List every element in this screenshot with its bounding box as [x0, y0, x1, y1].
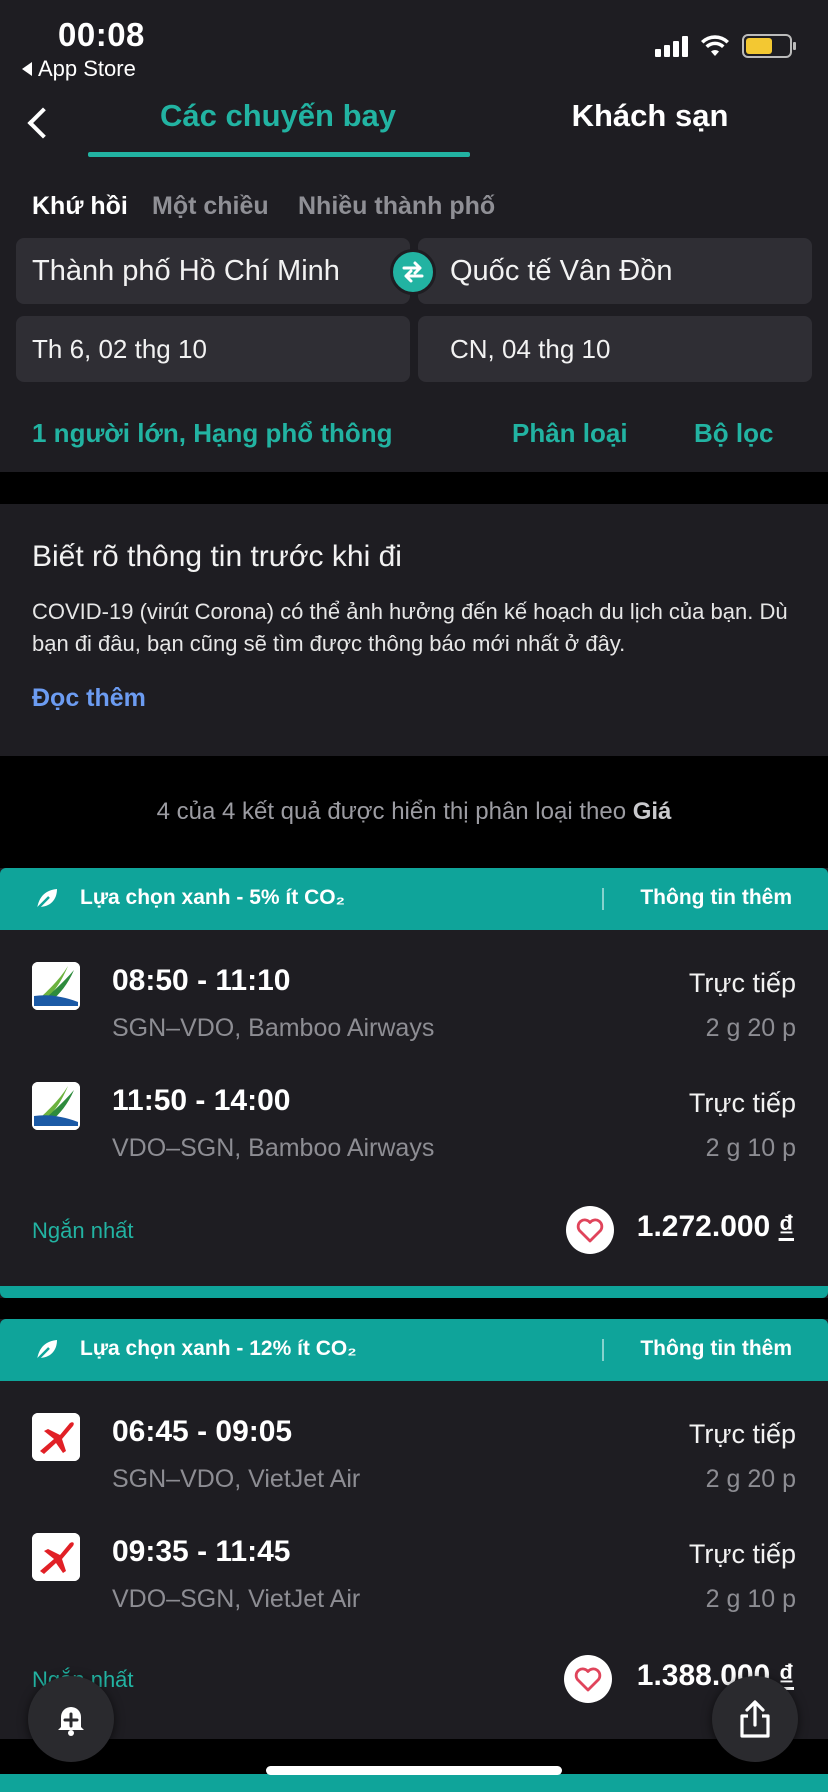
flight-result-card[interactable]: Lựa chọn xanh - 5% ít CO₂ Thông tin thêm…	[0, 868, 828, 1298]
leg-time: 08:50 - 11:10	[112, 964, 291, 997]
return-date-field[interactable]: CN, 04 thg 10	[418, 316, 812, 382]
tab-flights[interactable]: Các chuyến bay	[88, 98, 468, 134]
price: 1.272.000 ₫	[637, 1210, 794, 1244]
cellular-signal-icon	[655, 35, 688, 57]
info-body: COVID-19 (virút Corona) có thể ảnh hưởng…	[32, 599, 788, 656]
leg-stops: Trực tiếp	[688, 1539, 796, 1569]
destination-field[interactable]: Quốc tế Vân Đồn	[418, 238, 812, 304]
wifi-icon	[701, 35, 729, 56]
green-choice-bar: Lựa chọn xanh - 12% ít CO₂ Thông tin thê…	[0, 1319, 828, 1381]
leg-time: 06:45 - 09:05	[112, 1415, 293, 1448]
green-choice-label: Lựa chọn xanh - 12% ít CO₂	[80, 1337, 357, 1360]
share-button[interactable]	[712, 1676, 798, 1762]
swap-arrows-icon	[402, 261, 424, 283]
back-app-label: App Store	[38, 56, 136, 81]
green-choice-bar: Lựa chọn xanh - 5% ít CO₂ Thông tin thêm	[0, 868, 828, 930]
destination-value: Quốc tế Vân Đồn	[450, 254, 673, 287]
vietjet-logo	[32, 1413, 80, 1461]
leg-stops: Trực tiếp	[688, 1419, 796, 1449]
search-header: Các chuyến bay Khách sạn Khứ hồi Một chi…	[0, 88, 828, 472]
flight-leg: 08:50 - 11:10 SGN–VDO, Bamboo Airways Tr…	[0, 962, 828, 1062]
filter-button[interactable]: Bộ lọc	[694, 418, 773, 449]
price-alert-button[interactable]	[28, 1676, 114, 1762]
favorite-button[interactable]	[564, 1655, 612, 1703]
leg-route: SGN–VDO, Bamboo Airways	[112, 1014, 435, 1042]
leg-route: VDO–SGN, VietJet Air	[112, 1585, 361, 1613]
home-indicator[interactable]	[266, 1766, 562, 1775]
more-info-link[interactable]: Thông tin thêm	[640, 886, 792, 910]
card-bottom-strip	[0, 1286, 828, 1298]
leaf-icon	[36, 1340, 57, 1361]
divider	[602, 888, 604, 910]
trip-type-round-trip[interactable]: Khứ hồi	[32, 192, 128, 221]
card-footer: Ngắn nhất 1.272.000 ₫	[0, 1202, 828, 1262]
battery-icon	[742, 34, 796, 58]
sort-button[interactable]: Phân loại	[512, 418, 628, 449]
results-sort-key: Giá	[632, 798, 672, 825]
vietjet-logo	[32, 1533, 80, 1581]
back-to-app-store[interactable]: App Store	[22, 56, 136, 82]
more-info-link[interactable]: Thông tin thêm	[640, 1337, 792, 1361]
bamboo-airways-logo	[32, 1082, 80, 1130]
back-arrow-icon[interactable]	[20, 102, 60, 146]
read-more-link[interactable]: Đọc thêm	[32, 684, 146, 713]
leaf-icon	[36, 889, 57, 910]
share-icon	[740, 1700, 770, 1738]
heart-icon	[576, 1218, 604, 1243]
leg-stops: Trực tiếp	[688, 968, 796, 998]
depart-date-value: Th 6, 02 thg 10	[32, 333, 207, 364]
divider	[602, 1339, 604, 1361]
trip-type-one-way[interactable]: Một chiều	[152, 192, 269, 221]
passengers-class-button[interactable]: 1 người lớn, Hạng phổ thông	[32, 418, 393, 449]
leg-route: SGN–VDO, VietJet Air	[112, 1465, 361, 1493]
travel-info-card: Biết rõ thông tin trước khi đi COVID-19 …	[0, 504, 828, 756]
green-choice-label: Lựa chọn xanh - 5% ít CO₂	[80, 886, 345, 909]
origin-value: Thành phố Hồ Chí Minh	[32, 254, 340, 287]
bell-plus-icon	[58, 1707, 84, 1736]
heart-icon	[574, 1667, 602, 1692]
leg-stops: Trực tiếp	[688, 1088, 796, 1118]
flight-leg: 09:35 - 11:45 VDO–SGN, VietJet Air Trực …	[0, 1533, 828, 1633]
leg-duration: 2 g 20 p	[705, 1014, 796, 1042]
shortest-badge: Ngắn nhất	[32, 1218, 134, 1243]
leg-time: 11:50 - 14:00	[112, 1084, 291, 1117]
flight-leg: 11:50 - 14:00 VDO–SGN, Bamboo Airways Tr…	[0, 1082, 828, 1182]
next-card-strip	[0, 1774, 828, 1792]
swap-airports-button[interactable]	[390, 249, 436, 295]
back-triangle-icon	[22, 62, 32, 76]
depart-date-field[interactable]: Th 6, 02 thg 10	[16, 316, 410, 382]
system-icons	[655, 34, 796, 58]
card-footer: Ngắn nhất 1.388.000 ₫	[0, 1651, 828, 1711]
flight-result-card[interactable]: Lựa chọn xanh - 12% ít CO₂ Thông tin thê…	[0, 1319, 828, 1739]
bamboo-airways-logo	[32, 962, 80, 1010]
flight-leg: 06:45 - 09:05 SGN–VDO, VietJet Air Trực …	[0, 1413, 828, 1513]
currency-symbol: ₫	[778, 1210, 794, 1243]
leg-duration: 2 g 10 p	[705, 1585, 796, 1613]
status-time: 00:08	[58, 16, 145, 53]
leg-duration: 2 g 20 p	[705, 1465, 796, 1493]
results-count: 4 của 4 kết quả được hiển thị phân loại …	[0, 798, 828, 826]
price-value: 1.272.000	[636, 1210, 771, 1243]
favorite-button[interactable]	[566, 1206, 614, 1254]
leg-route: VDO–SGN, Bamboo Airways	[112, 1134, 435, 1162]
return-date-value: CN, 04 thg 10	[450, 333, 611, 364]
results-count-text: 4 của 4 kết quả được hiển thị phân loại …	[156, 798, 627, 825]
tab-hotels[interactable]: Khách sạn	[520, 98, 780, 134]
origin-field[interactable]: Thành phố Hồ Chí Minh	[16, 238, 410, 304]
info-title: Biết rõ thông tin trước khi đi	[32, 540, 402, 573]
leg-time: 09:35 - 11:45	[112, 1535, 291, 1568]
status-bar: 00:08 App Store	[0, 0, 828, 88]
active-tab-indicator	[88, 152, 470, 157]
trip-type-multi-city[interactable]: Nhiều thành phố	[298, 192, 495, 221]
leg-duration: 2 g 10 p	[705, 1134, 796, 1162]
